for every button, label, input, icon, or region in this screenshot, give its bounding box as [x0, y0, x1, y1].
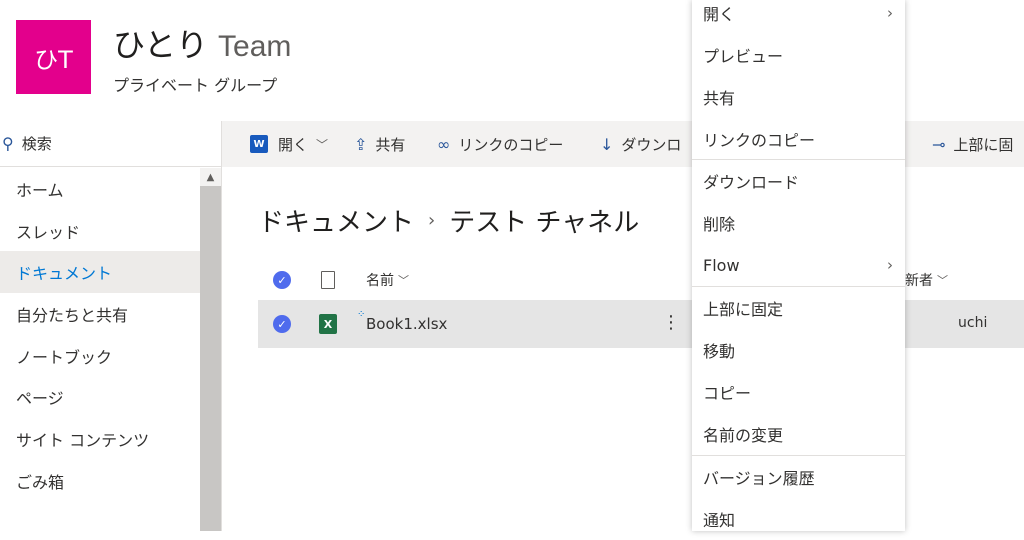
excel-icon: X [319, 314, 337, 334]
column-modified-by-label: 新者 [905, 273, 933, 289]
chevron-right-icon: › [428, 210, 436, 231]
site-title[interactable]: ひとり Team [113, 20, 291, 66]
nav-item-notebook[interactable]: ノートブック [0, 335, 200, 377]
more-actions-icon[interactable]: ⋮ [662, 312, 680, 333]
site-title-text: ひとり [113, 26, 209, 64]
menu-item-share[interactable]: 共有 [692, 76, 905, 118]
new-item-icon: ⁘ [357, 309, 366, 320]
file-modified-by: uzaki Tauchi [958, 315, 988, 331]
menu-item-flow[interactable]: Flow › [692, 244, 905, 286]
search-icon: ⚲ [2, 134, 14, 153]
menu-item-label: 共有 [703, 89, 736, 108]
nav-item-site-contents[interactable]: サイト コンテンツ [0, 418, 200, 460]
breadcrumb-root[interactable]: ドキュメント [258, 202, 414, 239]
menu-item-open[interactable]: 開く › [692, 0, 905, 34]
menu-item-copy-link[interactable]: リンクのコピー [692, 118, 905, 160]
site-logo[interactable]: ひT [16, 20, 91, 94]
row-check-icon[interactable]: ✓ [273, 315, 291, 333]
menu-item-download[interactable]: ダウンロード [692, 160, 905, 202]
search-label: 検索 [21, 135, 52, 153]
copy-link-button[interactable]: ∞ リンクのコピー [437, 121, 563, 167]
nav-item-shared[interactable]: 自分たちと共有 [0, 293, 200, 335]
menu-item-rename[interactable]: 名前の変更 [692, 413, 905, 455]
site-title-suffix: Team [218, 30, 292, 63]
download-icon: ↓ [600, 134, 614, 154]
chevron-down-icon: ﹀ [398, 274, 409, 287]
breadcrumb: ドキュメント › テスト チャネル [258, 202, 639, 239]
download-label: ダウンロ [621, 135, 682, 154]
check-icon: ✓ [273, 271, 291, 289]
share-label: 共有 [375, 135, 406, 154]
site-subtitle: プライベート グループ [113, 76, 278, 95]
menu-item-label: 名前の変更 [703, 426, 784, 445]
context-menu: 開く › プレビュー 共有 リンクのコピー ダウンロード 削除 Flow › 上部に… [692, 0, 905, 531]
left-nav: ホーム スレッド ドキュメント 自分たちと共有 ノートブック ページ サイト コ… [0, 168, 200, 502]
copy-link-label: リンクのコピー [458, 135, 564, 154]
menu-item-version-history[interactable]: バージョン履歴 [692, 456, 905, 498]
link-icon: ∞ [437, 134, 451, 154]
nav-item-recycle-bin[interactable]: ごみ箱 [0, 460, 200, 502]
divider [221, 121, 222, 531]
column-name-label: 名前 [366, 273, 394, 289]
menu-item-label: バージョン履歴 [703, 469, 815, 488]
column-header-modified-by[interactable]: 新者 ﹀ [905, 260, 948, 300]
menu-item-label: 開く [703, 5, 736, 24]
chevron-right-icon: › [887, 4, 893, 22]
menu-item-label: ダウンロード [703, 173, 800, 192]
menu-item-label: 削除 [703, 215, 736, 234]
column-header-name[interactable]: 名前 ﹀ [366, 260, 409, 300]
download-button[interactable]: ↓ ダウンロ [600, 121, 681, 167]
scroll-up-icon[interactable]: ▲ [200, 168, 221, 186]
menu-item-label: プレビュー [703, 47, 784, 66]
file-type-header[interactable] [321, 260, 335, 300]
pin-icon: ⊸ [932, 134, 946, 154]
menu-item-delete[interactable]: 削除 [692, 202, 905, 244]
menu-item-copy[interactable]: コピー [692, 371, 905, 413]
share-icon: ⇪ [354, 134, 368, 154]
menu-item-label: Flow [703, 255, 740, 275]
open-button[interactable]: W 開く ﹀ [250, 121, 328, 167]
chevron-down-icon: ﹀ [316, 137, 329, 152]
document-icon [321, 271, 335, 289]
menu-item-label: リンクのコピー [703, 131, 816, 150]
menu-item-label: 移動 [703, 342, 736, 361]
nav-scrollbar[interactable]: ▲ [200, 168, 221, 531]
chevron-down-icon: ﹀ [937, 274, 948, 287]
search-box[interactable]: ⚲ 検索 [0, 121, 221, 167]
nav-item-home[interactable]: ホーム [0, 168, 200, 210]
menu-item-pin[interactable]: 上部に固定 [692, 287, 905, 329]
nav-item-documents[interactable]: ドキュメント [0, 251, 200, 294]
select-all-checkbox[interactable]: ✓ [273, 260, 291, 300]
pin-button[interactable]: ⊸ 上部に固 [932, 121, 1013, 167]
menu-item-label: 通知 [703, 511, 736, 530]
file-name-link[interactable]: Book1.xlsx [366, 315, 447, 333]
chevron-right-icon: › [887, 256, 893, 274]
share-button[interactable]: ⇪ 共有 [354, 121, 405, 167]
site-logo-text: ひT [34, 45, 73, 74]
word-icon: W [250, 135, 268, 153]
pin-label: 上部に固 [953, 135, 1014, 154]
nav-item-threads[interactable]: スレッド [0, 210, 200, 252]
breadcrumb-current: テスト チャネル [449, 208, 640, 238]
menu-item-preview[interactable]: プレビュー [692, 34, 905, 76]
menu-item-label: 上部に固定 [703, 300, 784, 319]
nav-item-pages[interactable]: ページ [0, 376, 200, 418]
menu-item-move[interactable]: 移動 [692, 329, 905, 371]
menu-item-label: コピー [703, 384, 752, 403]
row-modified-cell: uzaki Tauchi [958, 300, 1024, 348]
open-label: 開く [278, 135, 309, 154]
menu-item-alert[interactable]: 通知 [692, 498, 905, 540]
